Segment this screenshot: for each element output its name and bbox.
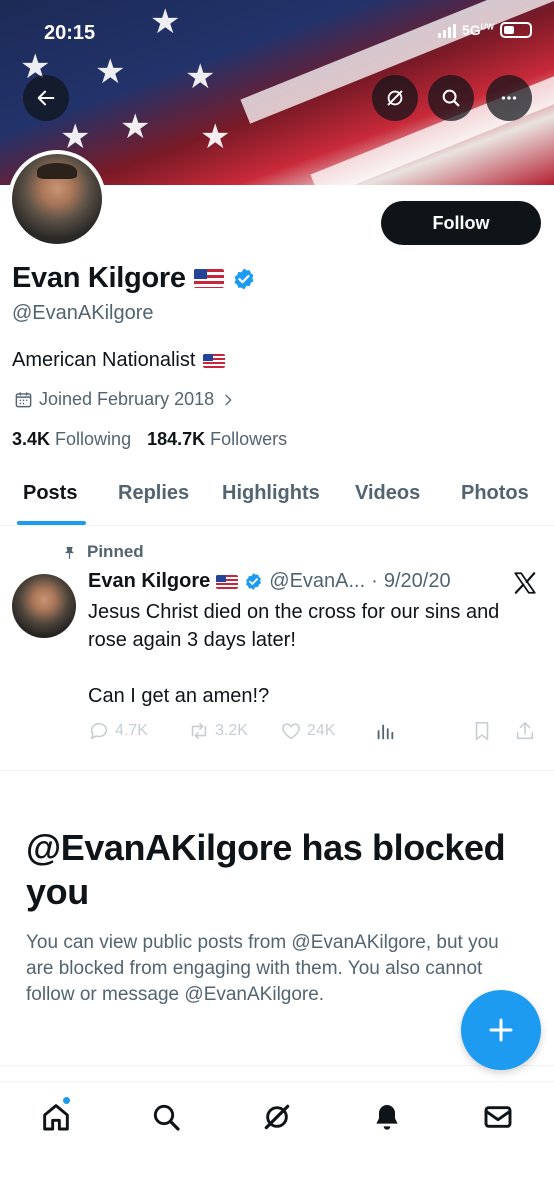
nav-notifications[interactable] xyxy=(369,1099,405,1135)
post-date[interactable]: 9/20/20 xyxy=(384,570,451,593)
network-label: 5GUW xyxy=(461,22,494,38)
like-count: 24K xyxy=(307,722,336,739)
blocked-description: You can view public posts from @EvanAKil… xyxy=(26,932,499,1005)
tab-highlights[interactable]: Highlights xyxy=(222,482,320,505)
post-divider xyxy=(0,770,554,771)
home-icon xyxy=(43,1104,69,1131)
more-icon xyxy=(501,96,517,100)
chevron-right-icon xyxy=(225,394,232,405)
content-divider xyxy=(0,1065,554,1066)
calendar-icon xyxy=(15,392,32,408)
avatar xyxy=(12,154,102,244)
active-tab-indicator xyxy=(17,521,86,525)
reply-count: 4.7K xyxy=(115,722,148,739)
verified-badge-icon[interactable] xyxy=(232,267,256,291)
post-actions: 4.7K 3.2K 24K xyxy=(88,720,538,746)
bottom-navigation xyxy=(0,1081,554,1200)
share-button[interactable] xyxy=(514,720,536,742)
notification-dot xyxy=(62,1096,71,1105)
nav-grok[interactable] xyxy=(259,1099,295,1135)
profile-handle: @EvanAKilgore xyxy=(12,302,154,324)
repost-count: 3.2K xyxy=(215,722,248,739)
post-text-line: Jesus Christ died on the cross for our s… xyxy=(88,601,500,651)
pinned-text: Pinned xyxy=(87,542,144,561)
post-author-avatar[interactable] xyxy=(12,574,76,638)
tab-videos[interactable]: Videos xyxy=(355,482,420,505)
views-chart-icon xyxy=(377,724,394,740)
grok-icon xyxy=(264,1104,290,1130)
follow-button[interactable]: Follow xyxy=(381,201,541,245)
share-icon xyxy=(516,721,534,740)
notifications-icon xyxy=(376,1105,398,1130)
followers-count: 184.7K xyxy=(147,429,206,449)
profile-bio: American Nationalist xyxy=(12,349,226,372)
status-time: 20:15 xyxy=(44,22,96,44)
compose-button[interactable] xyxy=(461,990,541,1070)
grok-button[interactable] xyxy=(372,75,418,121)
joined-date[interactable]: Joined February 2018 xyxy=(14,389,236,410)
search-icon xyxy=(153,1104,180,1131)
search-icon xyxy=(442,89,460,107)
banner-star: ★ xyxy=(95,53,126,91)
blocked-title: @EvanAKilgore has blocked you xyxy=(26,827,506,912)
banner-star: ★ xyxy=(200,118,231,156)
plus-icon xyxy=(489,1018,513,1042)
joined-text: Joined February 2018 xyxy=(39,389,215,409)
bookmark-icon xyxy=(475,721,489,741)
arrow-left-icon xyxy=(37,90,55,106)
tab-replies[interactable]: Replies xyxy=(118,482,189,505)
tab-photos[interactable]: Photos xyxy=(461,482,529,505)
profile-stats: 3.4K Following 184.7K Followers xyxy=(12,429,287,450)
profile-avatar[interactable] xyxy=(8,150,106,248)
messages-icon xyxy=(484,1106,512,1128)
reply-button[interactable]: 4.7K xyxy=(88,720,148,742)
profile-name-row: Evan Kilgore xyxy=(12,262,256,295)
nav-home[interactable] xyxy=(38,1096,74,1135)
banner-star: ★ xyxy=(185,58,216,96)
banner-star: ★ xyxy=(150,3,181,41)
us-flag-icon xyxy=(216,574,239,589)
x-logo-icon xyxy=(514,572,536,594)
banner-star: ★ xyxy=(120,108,151,146)
post-header: Evan Kilgore @EvanA... · 9/20/20 xyxy=(88,570,451,593)
back-button[interactable] xyxy=(23,75,69,121)
following-link[interactable]: 3.4K Following xyxy=(12,429,131,450)
nav-messages[interactable] xyxy=(480,1099,516,1135)
post-body[interactable]: Jesus Christ died on the cross for our s… xyxy=(88,598,538,738)
following-count: 3.4K xyxy=(12,429,51,449)
following-label: Following xyxy=(55,429,132,449)
views-button[interactable] xyxy=(374,720,396,742)
status-icons: 5GUW xyxy=(437,22,532,38)
signal-icon xyxy=(437,22,456,38)
profile-tabs: Posts Replies Highlights Videos Photos xyxy=(0,470,554,526)
followers-label: Followers xyxy=(210,429,288,449)
followers-link[interactable]: 184.7K Followers xyxy=(147,429,287,450)
pinned-label: Pinned xyxy=(62,542,144,562)
verified-badge-icon xyxy=(246,573,262,590)
like-button[interactable]: 24K xyxy=(280,720,335,742)
more-button[interactable] xyxy=(486,75,532,121)
profile-display-name: Evan Kilgore xyxy=(12,262,186,294)
us-flag-icon xyxy=(203,353,226,368)
battery-icon xyxy=(500,22,532,38)
post-author-handle: @EvanA... xyxy=(269,570,366,592)
us-flag-icon xyxy=(193,269,224,288)
bookmark-button[interactable] xyxy=(471,720,493,742)
post-author-name[interactable]: Evan Kilgore xyxy=(88,570,210,593)
banner-star: ★ xyxy=(60,118,91,156)
grok-slash-icon xyxy=(387,90,403,106)
post-separator: · xyxy=(371,570,378,592)
pin-icon xyxy=(65,546,74,559)
post-text-line: Can I get an amen!? xyxy=(88,685,270,707)
reply-icon xyxy=(90,722,108,740)
repost-button[interactable]: 3.2K xyxy=(188,720,248,742)
repost-icon xyxy=(191,722,207,740)
heart-icon xyxy=(282,723,300,740)
nav-search[interactable] xyxy=(148,1099,184,1135)
search-button[interactable] xyxy=(428,75,474,121)
bio-text: American Nationalist xyxy=(12,349,196,371)
tab-posts[interactable]: Posts xyxy=(23,482,77,505)
